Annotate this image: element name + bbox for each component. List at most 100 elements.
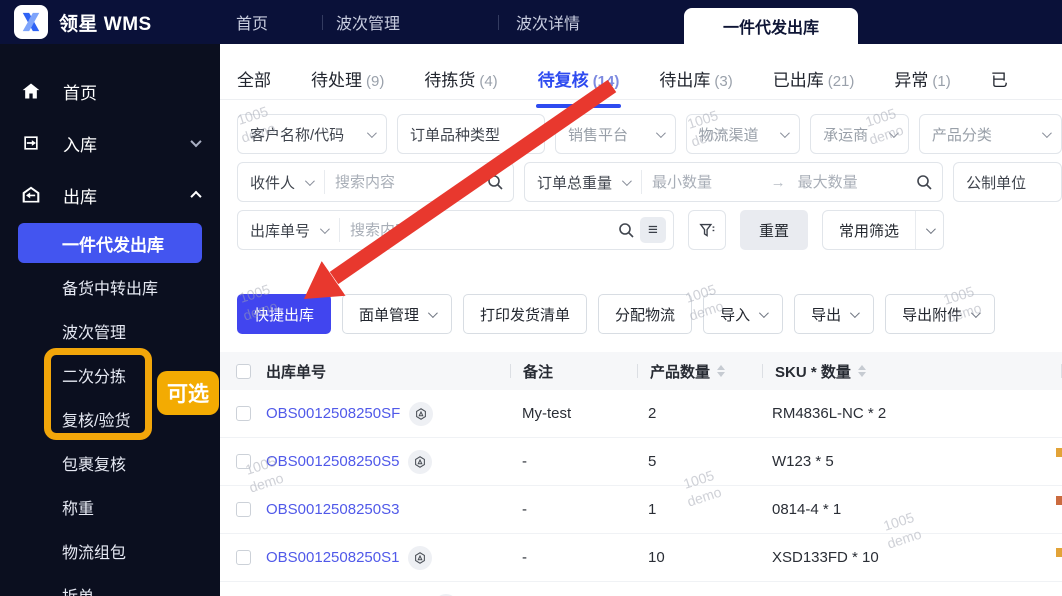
filter-carrier-select[interactable]: 承运商	[810, 114, 909, 154]
top-bar: 领星 WMS 首页 波次管理 波次详情 一件代发出库	[0, 0, 1062, 44]
pdf-label-icon[interactable]	[408, 545, 433, 570]
sidebar-item-weighing[interactable]: 称重	[0, 485, 220, 529]
sidebar-item-stock-transfer-outbound[interactable]: 备货中转出库	[0, 265, 220, 309]
export-button[interactable]: 导出	[794, 294, 875, 334]
home-icon	[20, 80, 42, 102]
sidebar-item-wave-management[interactable]: 波次管理	[0, 309, 220, 353]
table-row: OBS0012508250S5 - 5 W123 * 5	[220, 438, 1062, 486]
chevron-down-icon	[190, 135, 202, 148]
sidebar-item-logistics-grouping[interactable]: 物流组包	[0, 529, 220, 573]
brand: 领星 WMS	[14, 5, 152, 39]
sidebar-item-outbound[interactable]: 出库	[0, 169, 220, 221]
chevron-down-icon	[319, 223, 330, 234]
sidebar-item-package-review[interactable]: 包裹复核	[0, 441, 220, 485]
qty-cell: 10	[648, 549, 665, 566]
main-content: 全部 待处理 (9) 待拣货 (4) 待复核 (14) 待出库 (3) 已出库 (21) …	[220, 44, 1062, 596]
tab-count: (21)	[827, 73, 855, 90]
filter-logistics-channel-select[interactable]: 物流渠道	[685, 114, 801, 154]
row-checkbox[interactable]	[236, 550, 251, 565]
metric-unit-select[interactable]: 公制单位	[953, 162, 1062, 202]
search-icon[interactable]	[916, 174, 932, 190]
recipient-search-group: 收件人	[237, 162, 514, 202]
clipped-status-fragment	[1056, 448, 1062, 457]
export-attachment-button[interactable]: 导出附件	[885, 294, 996, 334]
tab-shipped[interactable]: 已出库 (21)	[773, 66, 855, 108]
column-order-number: 出库单号	[266, 363, 327, 381]
tab-clipped[interactable]: 已	[991, 66, 1008, 108]
order-number-search-input[interactable]	[340, 221, 616, 239]
qty-cell: 1	[648, 501, 657, 518]
pdf-label-icon[interactable]	[408, 449, 433, 474]
filter-product-category-select[interactable]: 产品分类	[918, 114, 1062, 154]
chevron-down-icon	[850, 307, 860, 318]
row-checkbox[interactable]	[236, 454, 251, 469]
filter-sales-platform-select[interactable]: 销售平台	[555, 114, 676, 154]
search-icon[interactable]	[487, 174, 503, 190]
saved-filters-dropdown[interactable]	[915, 211, 943, 249]
annotation-optional-badge: 可选	[157, 371, 219, 415]
filter-funnel-button[interactable]	[688, 210, 726, 250]
chevron-down-icon	[655, 127, 666, 138]
chevron-down-icon	[1041, 127, 1052, 138]
column-sku-qty[interactable]: SKU * 数量	[763, 361, 1061, 382]
import-button[interactable]: 导入	[703, 294, 784, 334]
tab-count: (9)	[366, 73, 385, 90]
recipient-field-select[interactable]: 收件人	[238, 163, 324, 201]
order-number-search-group: 出库单号 ≡	[237, 210, 674, 250]
sidebar-item-dropship-outbound-active[interactable]: 一件代发出库	[18, 223, 202, 263]
tab-count: (3)	[714, 73, 733, 90]
sidebar-item-inbound[interactable]: 入库	[0, 117, 220, 169]
tab-count: (14)	[592, 73, 620, 90]
max-quantity-input[interactable]	[787, 173, 915, 191]
topnav-separator	[498, 15, 499, 30]
order-number-field-select[interactable]: 出库单号	[238, 211, 339, 249]
filter-row-2: 收件人 订单总重量 → 公制单位	[237, 162, 1062, 202]
sku-cell: XSD133FD * 10	[772, 549, 879, 566]
tab-to-review-active[interactable]: 待复核 (14)	[535, 66, 622, 108]
pdf-label-icon[interactable]	[409, 401, 434, 426]
order-number-link[interactable]: OBS0012508250SF	[266, 405, 400, 422]
sort-icons[interactable]	[857, 365, 866, 377]
topnav-wave-details[interactable]: 波次详情	[516, 0, 580, 44]
recipient-search-input[interactable]	[325, 173, 485, 191]
weight-field-select[interactable]: 订单总重量	[525, 163, 641, 201]
sort-icons[interactable]	[717, 365, 726, 377]
assign-logistics-button[interactable]: 分配物流	[598, 294, 693, 334]
table-row: OBS0012508250SF My-test 2 RM4836L-NC * 2	[220, 390, 1062, 438]
saved-filters-button[interactable]: 常用筛选	[822, 210, 945, 250]
topnav-active-tab-dropship-outbound[interactable]: 一件代发出库	[684, 8, 858, 44]
tab-exception[interactable]: 异常 (1)	[894, 66, 950, 108]
topnav-home[interactable]: 首页	[236, 0, 268, 44]
column-product-qty[interactable]: 产品数量	[638, 361, 762, 382]
search-icon[interactable]	[618, 222, 634, 238]
lingxing-logo-icon	[14, 5, 48, 39]
tab-to-pick[interactable]: 待拣货 (4)	[424, 66, 497, 108]
order-number-link[interactable]: OBS0012508250S5	[266, 453, 399, 470]
clipped-status-fragment	[1056, 496, 1062, 505]
qty-cell: 5	[648, 453, 657, 470]
select-all-checkbox[interactable]	[236, 363, 251, 379]
label-manage-button[interactable]: 面单管理	[342, 294, 453, 334]
tab-all[interactable]: 全部	[237, 66, 271, 108]
sku-cell: 0814-4 * 1	[772, 501, 842, 518]
tab-pending[interactable]: 待处理 (9)	[311, 66, 384, 108]
topnav-wave-management[interactable]: 波次管理	[336, 0, 400, 44]
order-number-link[interactable]: OBS0012508250S1	[266, 549, 399, 566]
min-quantity-input[interactable]	[642, 173, 769, 191]
chevron-down-icon	[888, 127, 899, 138]
tab-to-ship[interactable]: 待出库 (3)	[659, 66, 732, 108]
filter-customer-select[interactable]: 客户名称/代码	[237, 114, 387, 154]
row-checkbox[interactable]	[236, 406, 251, 421]
sidebar-item-home[interactable]: 首页	[0, 65, 220, 117]
filter-order-type-select[interactable]: 订单品种类型	[397, 114, 546, 154]
reset-button[interactable]: 重置	[740, 210, 808, 250]
order-number-link[interactable]: OBS0012508250S3	[266, 501, 399, 518]
sidebar-item-split-order[interactable]: 拆单	[0, 573, 220, 596]
quick-outbound-button[interactable]: 快捷出库	[237, 294, 332, 334]
batch-search-lines-icon[interactable]: ≡	[640, 217, 666, 243]
weight-range-group: 订单总重量 →	[524, 162, 944, 202]
saved-filters-label: 常用筛选	[839, 222, 900, 240]
print-shipping-list-button[interactable]: 打印发货清单	[463, 294, 588, 334]
chevron-down-icon	[427, 307, 438, 318]
row-checkbox[interactable]	[236, 502, 251, 517]
